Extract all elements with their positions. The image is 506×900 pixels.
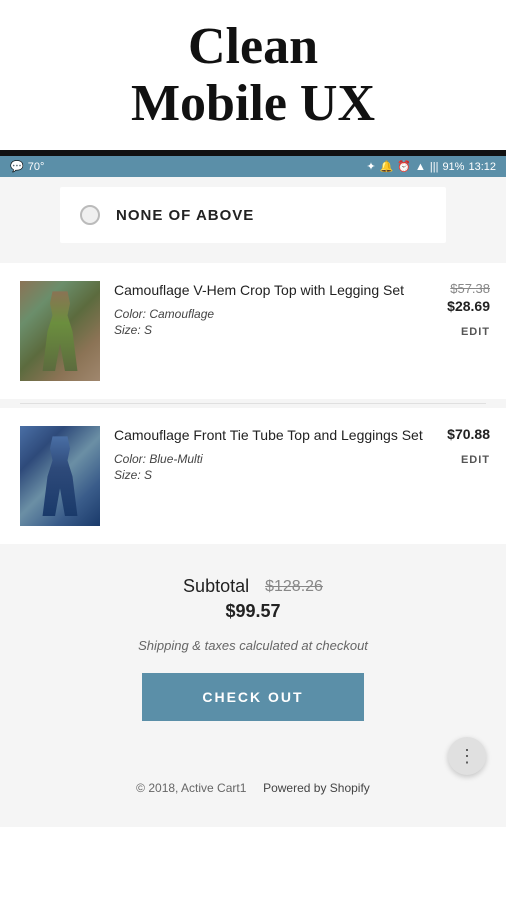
volume-icon: 🔔: [380, 160, 394, 173]
product-info-1: Camouflage V-Hem Crop Top with Legging S…: [114, 281, 433, 337]
product-price-col-2: $70.88 EDIT: [447, 426, 490, 466]
product-edit-button-1[interactable]: EDIT: [461, 326, 490, 338]
footer: © 2018, Active Cart1 Powered by Shopify …: [0, 741, 506, 815]
product-name-1: Camouflage V-Hem Crop Top with Legging S…: [114, 281, 433, 301]
card-separator: [20, 403, 486, 404]
bluetooth-icon: ✦: [366, 160, 375, 173]
chat-icon: 💬: [10, 160, 24, 173]
wifi-icon: ▲: [415, 161, 426, 173]
footer-copyright: © 2018, Active Cart1 Powered by Shopify: [20, 781, 486, 795]
main-content: NONE OF ABOVE Camouflage V-Hem Crop Top …: [0, 177, 506, 827]
time-display: 13:12: [468, 161, 496, 173]
subtotal-original: $128.26: [265, 578, 323, 596]
header: CleanMobile UX: [0, 0, 506, 150]
product-name-2: Camouflage Front Tie Tube Top and Leggin…: [114, 426, 433, 446]
product-price-original-1: $57.38: [450, 281, 490, 296]
product-info-2: Camouflage Front Tie Tube Top and Leggin…: [114, 426, 433, 482]
product-image-1: [20, 281, 100, 381]
copyright-text: © 2018, Active Cart1: [136, 781, 246, 795]
app-title: CleanMobile UX: [10, 18, 496, 132]
product-price-sale-1: $28.69: [447, 298, 490, 314]
status-left: 💬 70°: [10, 160, 44, 173]
none-of-above-label: NONE OF ABOVE: [116, 207, 254, 224]
subtotal-label: Subtotal: [183, 576, 249, 597]
fab-button[interactable]: ⋮: [448, 737, 486, 775]
alarm-icon: ⏰: [397, 160, 411, 173]
subtotal-final: $99.57: [20, 601, 486, 622]
product-color-1: Color: Camouflage: [114, 307, 433, 321]
more-icon: ⋮: [458, 746, 476, 767]
powered-by-text: Powered by Shopify: [263, 781, 370, 795]
product-price-2: $70.88: [447, 426, 490, 442]
product-edit-button-2[interactable]: EDIT: [461, 454, 490, 466]
signal-icon: |||: [430, 161, 439, 173]
status-bar: 💬 70° ✦ 🔔 ⏰ ▲ ||| 91% 13:12: [0, 156, 506, 177]
none-of-above-card[interactable]: NONE OF ABOVE: [60, 187, 446, 243]
product-card-1: Camouflage V-Hem Crop Top with Legging S…: [0, 263, 506, 399]
subtotal-row: Subtotal $128.26: [20, 576, 486, 597]
shipping-note: Shipping & taxes calculated at checkout: [20, 638, 486, 653]
product-silhouette-2: [35, 436, 85, 516]
product-size-1: Size: S: [114, 323, 433, 337]
product-price-col-1: $57.38 $28.69 EDIT: [447, 281, 490, 338]
product-image-2: [20, 426, 100, 526]
product-size-2: Size: S: [114, 468, 433, 482]
status-temp: 70°: [28, 161, 45, 173]
product-color-2: Color: Blue-Multi: [114, 452, 433, 466]
product-silhouette-1: [35, 291, 85, 371]
product-card-2: Camouflage Front Tie Tube Top and Leggin…: [0, 408, 506, 544]
status-right: ✦ 🔔 ⏰ ▲ ||| 91% 13:12: [366, 160, 496, 173]
battery-level: 91%: [442, 161, 464, 173]
checkout-button[interactable]: CHECK OUT: [142, 673, 363, 721]
none-radio-button[interactable]: [80, 205, 100, 225]
summary-section: Subtotal $128.26 $99.57 Shipping & taxes…: [0, 548, 506, 741]
